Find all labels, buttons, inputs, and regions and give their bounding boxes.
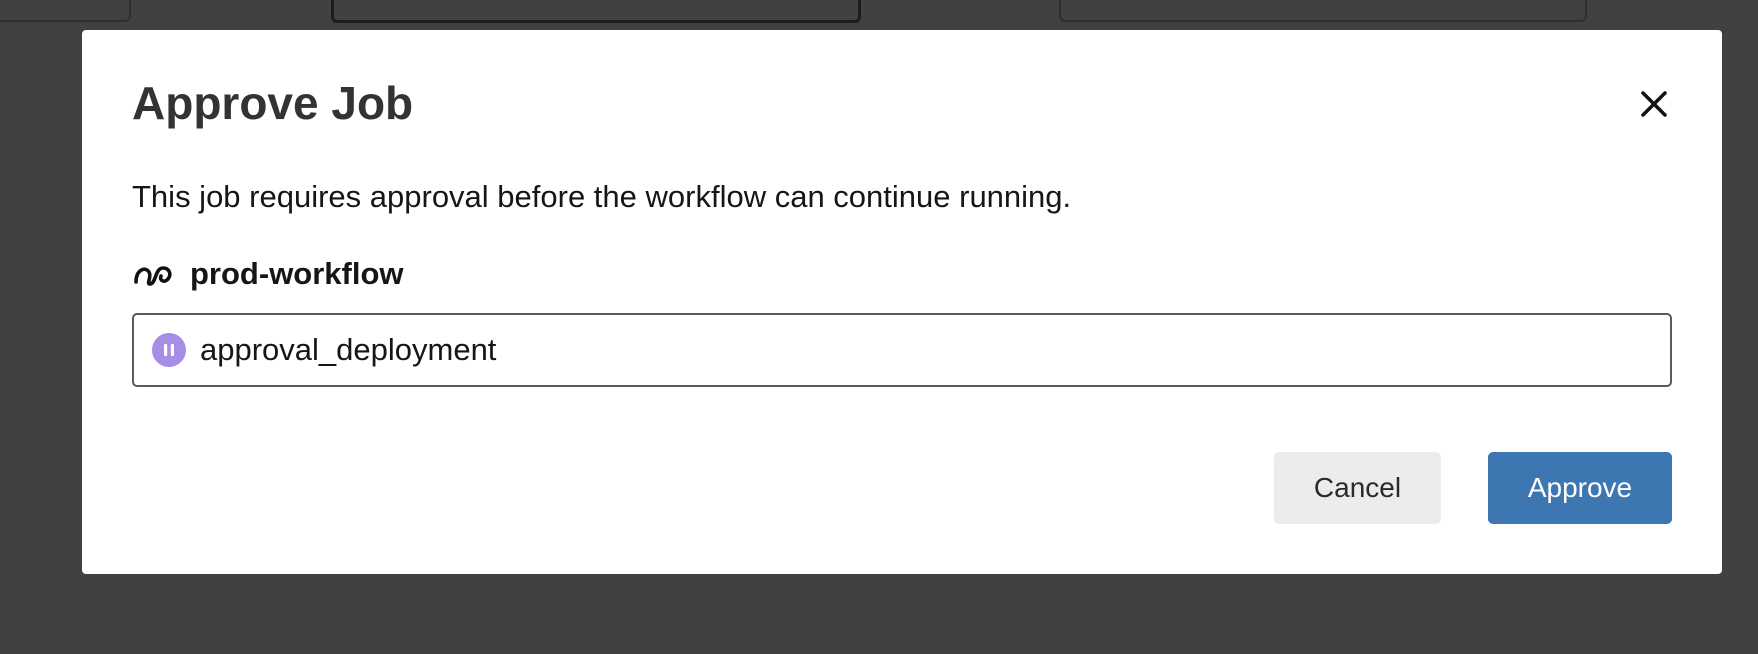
close-icon [1641, 91, 1667, 117]
cancel-button[interactable]: Cancel [1274, 452, 1441, 524]
approve-job-dialog: Approve Job This job requires approval b… [82, 30, 1722, 574]
workflow-name: prod-workflow [190, 256, 404, 291]
close-button[interactable] [1636, 86, 1672, 122]
approve-button[interactable]: Approve [1488, 452, 1672, 524]
workflow-label: prod-workflow [132, 252, 404, 296]
dialog-title: Approve Job [132, 77, 414, 129]
dialog-description: This job requires approval before the wo… [132, 179, 1072, 214]
workflow-icon [134, 266, 172, 286]
job-name: approval_deployment [200, 332, 497, 367]
background-card-selected [331, 0, 861, 23]
job-field: approval_deployment [132, 313, 1672, 387]
on-hold-icon [152, 333, 186, 367]
background-card [0, 0, 131, 22]
background-card [1059, 0, 1587, 22]
